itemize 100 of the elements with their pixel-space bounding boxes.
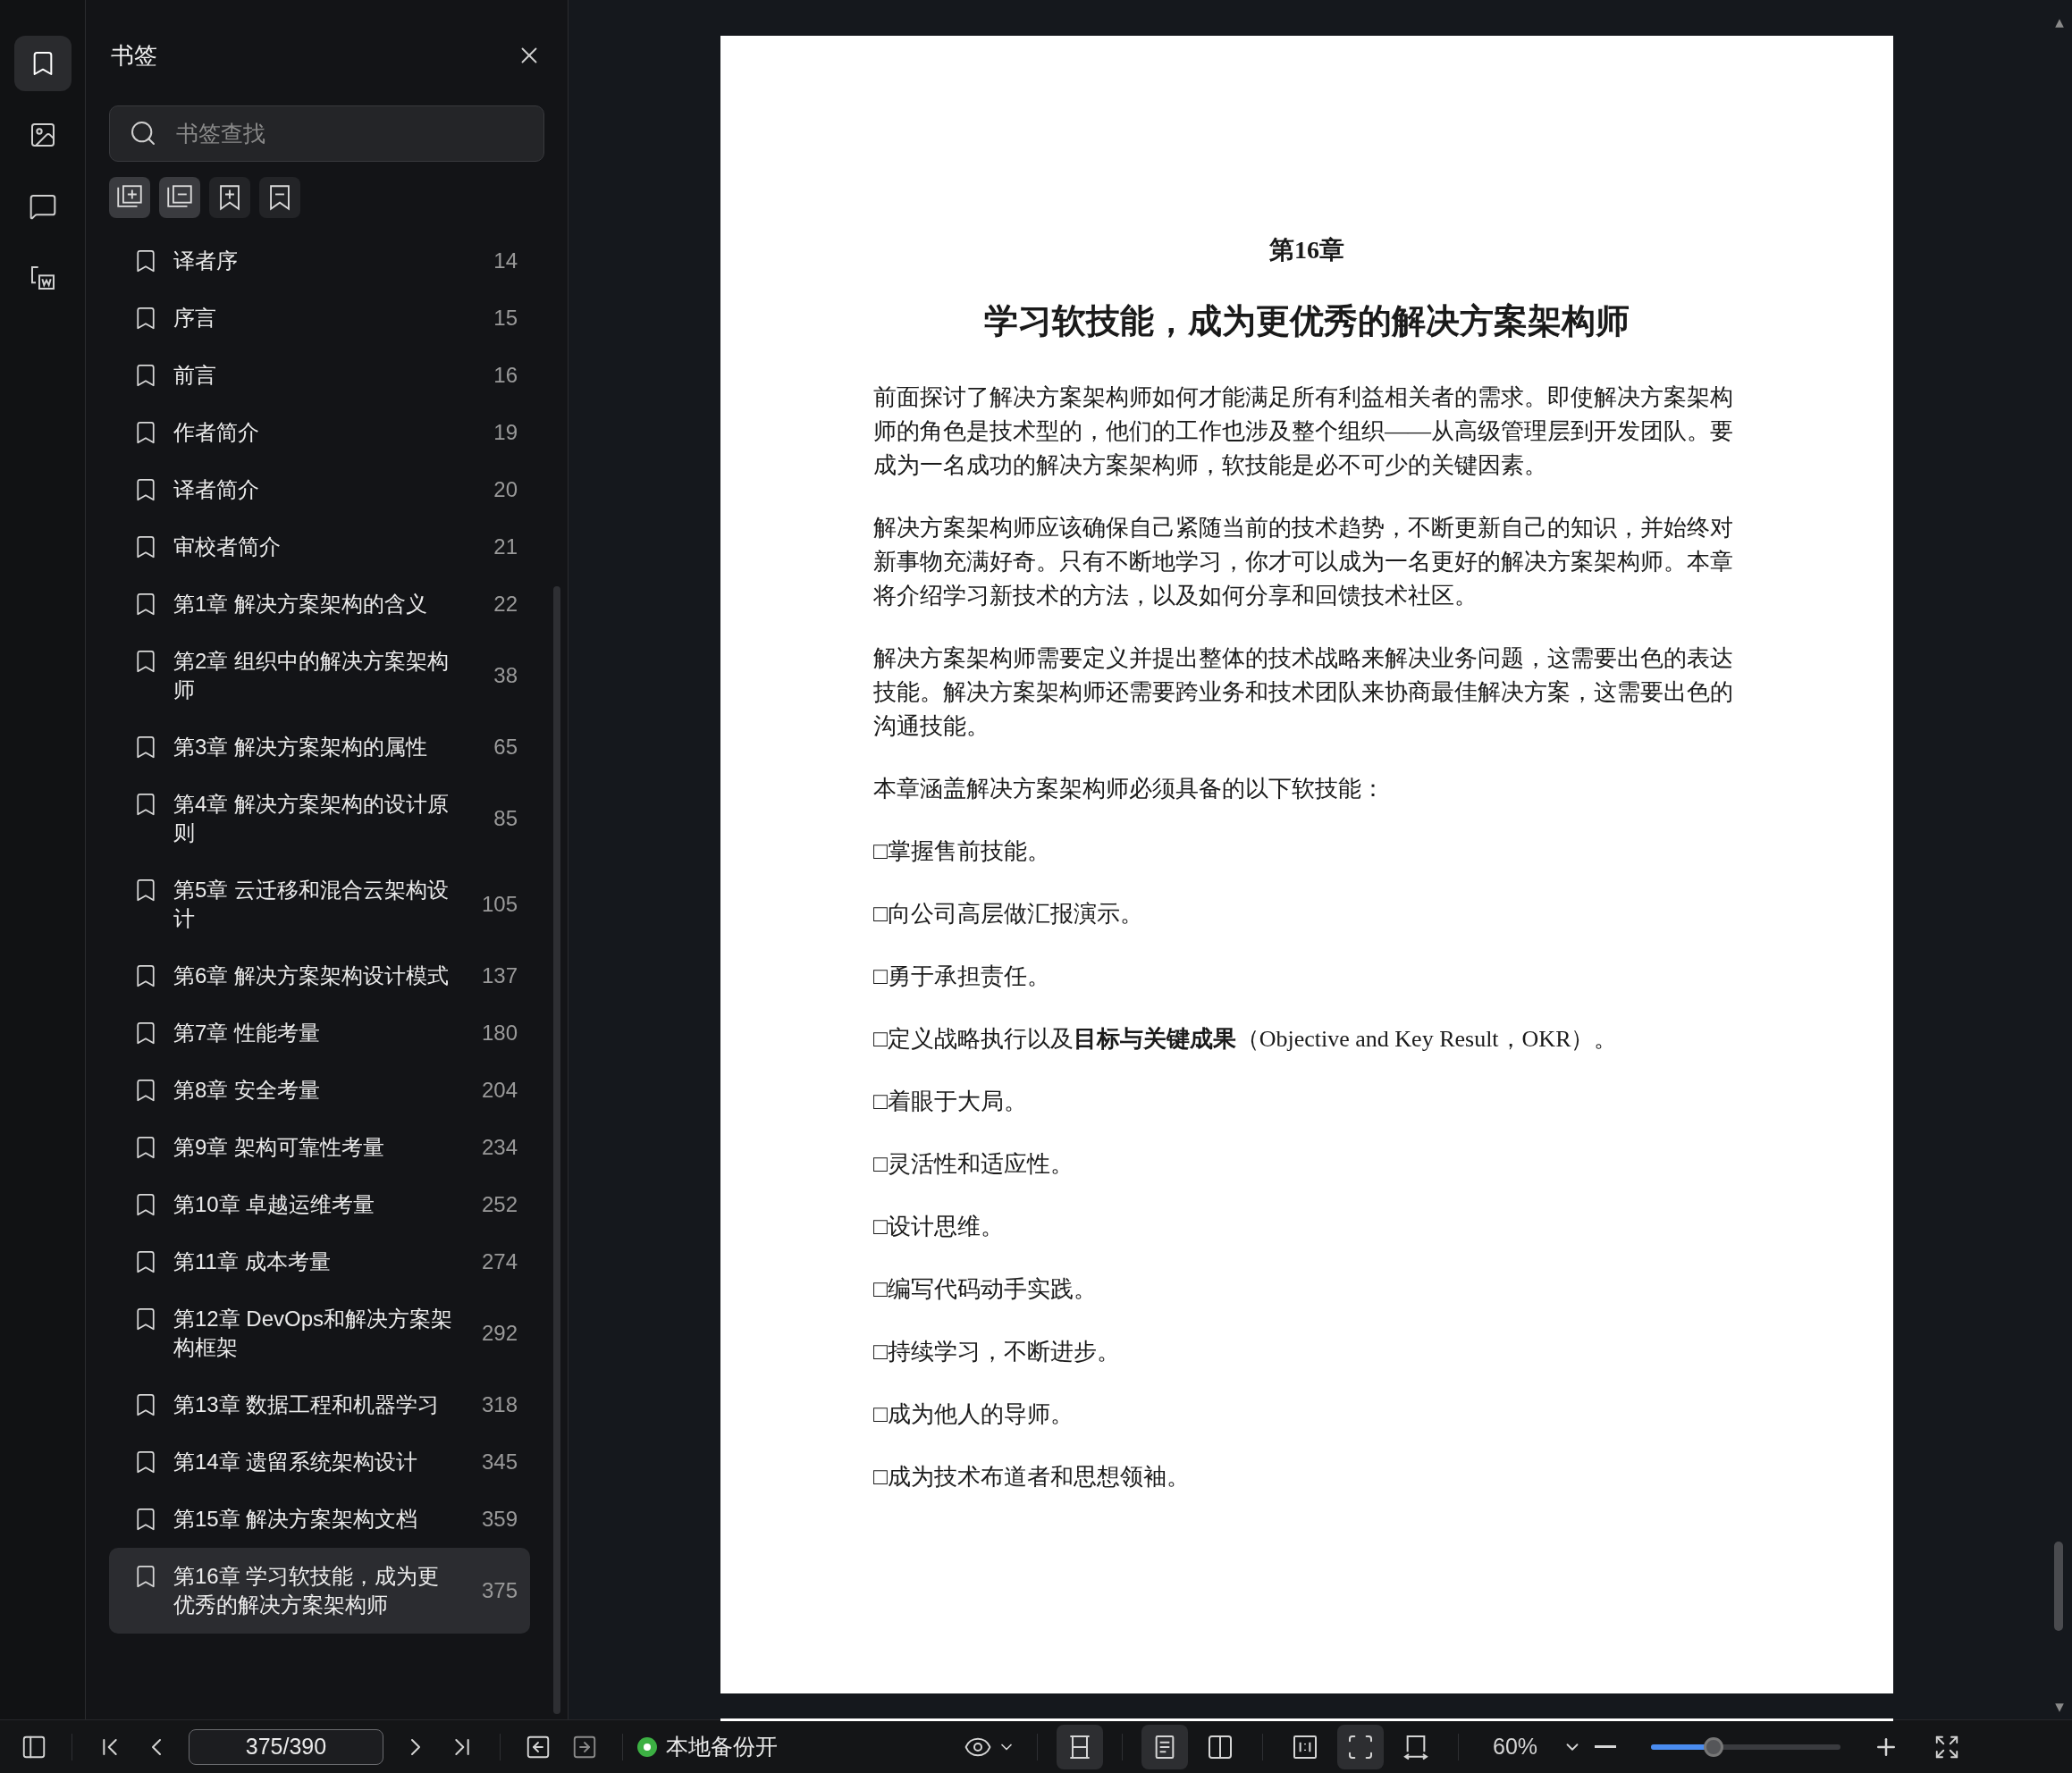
- page-number: 234: [481, 1134, 518, 1161]
- view-mode-button[interactable]: [1057, 1724, 1103, 1769]
- page-number: 65: [493, 734, 518, 760]
- bookmark-tool-button[interactable]: [159, 177, 200, 218]
- bookmark-title: 第11章 成本考量: [173, 1248, 332, 1275]
- view-mode-button[interactable]: [1141, 1724, 1188, 1769]
- bookmark-item[interactable]: 第2章 组织中的解决方案架构师 38: [109, 633, 530, 718]
- bookmark-item[interactable]: 第12章 DevOps和解决方案架构框架 292: [109, 1290, 530, 1376]
- body-paragraph: 解决方案架构师需要定义并提出整体的技术战略来解决业务问题，这需要出色的表达技能。解决方案架构师还需要跨业务和技术团队来协商最佳解决方案，这需要出色的沟通技能。: [873, 644, 1734, 741]
- bookmark-title: 译者序: [173, 248, 239, 274]
- bookmark-title: 第9章 架构可靠性考量: [173, 1134, 385, 1161]
- minus-icon: [1594, 1745, 1618, 1748]
- body-paragraph: □成为技术布道者和思想领袖。: [873, 1463, 1191, 1492]
- bookmark-title: 第4章 解决方案架构的设计原则: [173, 791, 450, 846]
- bookmark-title: 第16章 学习软技能，成为更优秀的解决方案架构师: [173, 1563, 441, 1618]
- slider-thumb[interactable]: [1704, 1736, 1723, 1757]
- comment-icon: [28, 192, 57, 221]
- bookmark-item[interactable]: 第6章 解决方案架构设计模式 137: [109, 947, 530, 1004]
- bookmark-title: 前言: [173, 362, 217, 389]
- bookmark-item[interactable]: 第10章 卓越运维考量 252: [109, 1176, 530, 1233]
- bookmark-item[interactable]: 第14章 遗留系统架构设计 345: [109, 1433, 530, 1491]
- page-number: 21: [493, 534, 518, 560]
- bookmark-item[interactable]: 第9章 架构可靠性考量 234: [109, 1119, 530, 1176]
- scrollbar[interactable]: [553, 586, 560, 1714]
- bookmark-item[interactable]: 译者序 14: [109, 232, 530, 290]
- page-number: 22: [493, 591, 518, 618]
- page-number: 15: [493, 305, 518, 332]
- body-paragraph: □成为他人的导师。: [873, 1400, 1074, 1429]
- scroll-up-icon[interactable]: [2054, 18, 2065, 29]
- body-paragraph: □编写代码动手实践。: [873, 1275, 1098, 1304]
- bookmark-title: 作者简介: [173, 419, 260, 446]
- bookmark-item[interactable]: 译者简介 20: [109, 461, 530, 518]
- bookmark-item[interactable]: 第8章 安全考量 204: [109, 1062, 530, 1119]
- body-paragraph: □勇于承担责任。: [873, 962, 1051, 991]
- body-paragraph: □掌握售前技能。: [873, 837, 1051, 866]
- chapter-number: 第16章: [1269, 235, 1344, 265]
- bookmark-title: 第15章 解决方案架构文档: [173, 1506, 419, 1533]
- bookmark-item[interactable]: 第4章 解决方案架构的设计原则 85: [109, 776, 530, 861]
- page-number: 19: [493, 419, 518, 446]
- page-number: 180: [481, 1020, 518, 1046]
- bookmark-tool-button[interactable]: [109, 177, 150, 218]
- body-paragraph: □着眼于大局。: [873, 1088, 1028, 1116]
- bookmark-title: 第14章 遗留系统架构设计: [173, 1449, 419, 1475]
- bookmark-title: 第3章 解决方案架构的属性: [173, 734, 428, 760]
- bookmark-tool-button[interactable]: [259, 177, 300, 218]
- bookmark-title: 第10章 卓越运维考量: [173, 1191, 376, 1218]
- bookmark-item[interactable]: 第3章 解决方案架构的属性 65: [109, 718, 530, 776]
- page-number: 318: [481, 1391, 518, 1418]
- page-number: 105: [481, 891, 518, 918]
- bookmark-title: 译者简介: [173, 476, 260, 503]
- bookmark-item[interactable]: 作者简介 19: [109, 404, 530, 461]
- bookmark-item[interactable]: 前言 16: [109, 347, 530, 404]
- body-paragraph: □向公司高层做汇报演示。: [873, 900, 1144, 929]
- page-number: 345: [481, 1449, 518, 1475]
- page-number: 14: [493, 248, 518, 274]
- bookmark-title: 第13章 数据工程和机器学习: [173, 1391, 441, 1418]
- page-number: 375: [481, 1577, 518, 1604]
- bookmark-item[interactable]: 第7章 性能考量 180: [109, 1004, 530, 1062]
- bookmark-item[interactable]: 第1章 解决方案架构的含义 22: [109, 576, 530, 633]
- body-paragraph: □定义战略执行以及目标与关键成果（Objective and Key Result，OKR）。: [873, 1025, 1619, 1054]
- page-number: 359: [481, 1506, 518, 1533]
- page-number: 20: [493, 476, 518, 503]
- bookmark-item[interactable]: 第16章 学习软技能，成为更优秀的解决方案架构师 375: [109, 1548, 530, 1634]
- view-mode-button[interactable]: [1337, 1724, 1384, 1769]
- page-number: 292: [481, 1320, 518, 1347]
- page-number: 16: [493, 362, 518, 389]
- search-icon: [129, 119, 157, 147]
- bookmark-item[interactable]: 第13章 数据工程和机器学习 318: [109, 1376, 530, 1433]
- page-number: 85: [493, 805, 518, 832]
- page-number: 38: [493, 662, 518, 689]
- body-paragraph: □持续学习，不断进步。: [873, 1338, 1121, 1366]
- body-paragraph: 本章涵盖解决方案架构师必须具备的以下软技能：: [873, 775, 1386, 803]
- scroll-down-icon[interactable]: [2054, 1702, 2065, 1713]
- body-paragraph: 解决方案架构师应该确保自己紧随当前的技术趋势，不断更新自己的知识，并始终对新事物充满好奇。只有不断地学习，你才可以成为一名更好的解决方案架构师。本章将介绍学习新技术的方法，以及如何分享和回馈技术社区。: [873, 514, 1734, 610]
- page-number: 204: [481, 1077, 518, 1104]
- page-number: 252: [481, 1191, 518, 1218]
- bookmark-item[interactable]: 审校者简介 21: [109, 518, 530, 576]
- bookmark-item[interactable]: 序言 15: [109, 290, 530, 347]
- body-paragraph: □设计思维。: [873, 1213, 1005, 1241]
- bookmark-title: 第8章 安全考量: [173, 1077, 321, 1104]
- bookmark-tool-button[interactable]: [209, 177, 250, 218]
- bookmark-title: 序言: [173, 305, 217, 332]
- page-field[interactable]: 375/390: [189, 1728, 383, 1765]
- bookmark-item[interactable]: 第15章 解决方案架构文档 359: [109, 1491, 530, 1548]
- panel-title: 书签: [111, 40, 157, 71]
- body-paragraph: □灵活性和适应性。: [873, 1150, 1074, 1179]
- bookmark-title: 第2章 组织中的解决方案架构师: [173, 648, 450, 703]
- scrollbar[interactable]: [2054, 1542, 2063, 1631]
- bookmark-title: 审校者简介: [173, 534, 282, 560]
- body-paragraph: 前面探讨了解决方案架构师如何才能满足所有利益相关者的需求。即使解决方案架构师的角色是技术型的，他们的工作也涉及整个组织——从高级管理层到开发团队。要成为一名成功的解决方案架构师，软技能是必不可少的关键因素。: [873, 383, 1734, 480]
- page-number: 137: [481, 962, 518, 989]
- bookmark-item[interactable]: 第11章 成本考量 274: [109, 1233, 530, 1290]
- sidebar-tab[interactable]: [13, 36, 72, 91]
- bookmark-title: 第7章 性能考量: [173, 1020, 321, 1046]
- page-number: 274: [481, 1248, 518, 1275]
- backup-status-label[interactable]: 本地备份开: [666, 1729, 778, 1764]
- zoom-value: 60%: [1493, 1732, 1538, 1760]
- search-field[interactable]: 书签查找: [109, 105, 544, 162]
- bookmark-title: 第12章 DevOps和解决方案架构框架: [173, 1306, 454, 1361]
- bookmark-item[interactable]: 第5章 云迁移和混合云架构设计 105: [109, 861, 530, 947]
